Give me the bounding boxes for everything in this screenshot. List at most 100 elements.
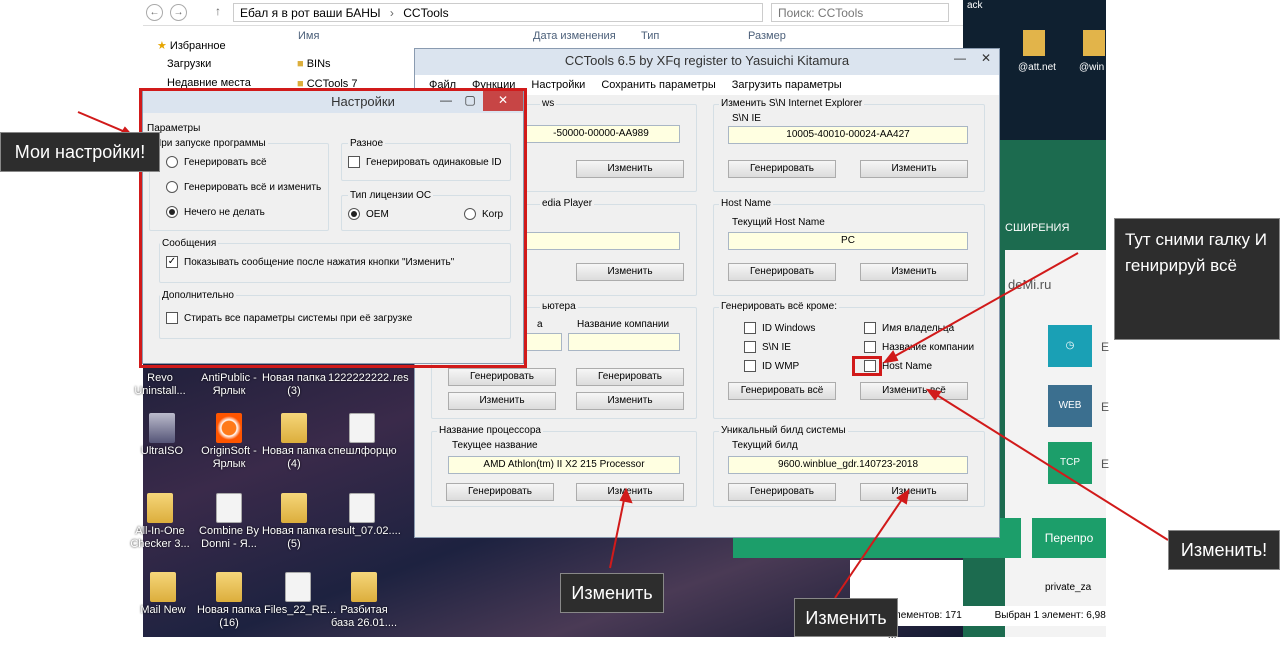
change-button[interactable]: Изменить	[576, 160, 684, 178]
menu-load-params[interactable]: Загрузить параметры	[732, 75, 842, 95]
checkbox-box[interactable]	[864, 341, 876, 353]
arrow-line	[77, 111, 131, 135]
windows-id-field[interactable]: -50000-00000-AA989	[522, 125, 680, 143]
group-ie-serial: Изменить S\N Internet Explorer S\N IE 10…	[713, 98, 985, 192]
company-field[interactable]	[568, 333, 680, 351]
checkbox-box[interactable]	[744, 341, 756, 353]
change-button[interactable]: Изменить	[576, 263, 684, 281]
column-header-date[interactable]: Дата изменения	[533, 30, 616, 42]
column-header-size[interactable]: Размер	[748, 30, 786, 42]
back-icon[interactable]: ←	[146, 4, 163, 21]
checkbox-owner-name[interactable]: Имя владельца	[864, 322, 954, 334]
panel-button[interactable]: Перепро	[1032, 518, 1106, 558]
breadcrumb-item[interactable]: CCTools	[403, 6, 448, 20]
host-name-field[interactable]: PC	[728, 232, 968, 250]
callout-my-settings: Мои настройки!	[0, 132, 160, 172]
group-title: Название процессора	[437, 425, 543, 436]
field-label: Текущее название	[452, 440, 538, 451]
web-tile[interactable]: WEB	[1048, 385, 1092, 427]
panel-banner: СШИРЕНИЯ	[1005, 222, 1070, 234]
desktop-icon[interactable]: AntiPublic - Ярлык	[195, 372, 263, 398]
generate-button[interactable]: Генерировать	[728, 263, 836, 281]
owner-field[interactable]	[522, 333, 562, 351]
generate-button[interactable]: Генерировать	[728, 160, 836, 178]
nav-favorites[interactable]: ★ Избранное	[143, 36, 273, 55]
callout-uncheck: Тут сними галку И генирируй всё	[1114, 218, 1280, 340]
column-header-type[interactable]: Тип	[641, 30, 659, 42]
desktop-icon[interactable]: All-In-One Checker 3...	[126, 493, 194, 551]
desktop-icon[interactable]: Разбитая база 26.01....	[330, 572, 398, 630]
forward-icon[interactable]: →	[170, 4, 187, 21]
group-title: edia Player	[540, 198, 595, 209]
panel-label: ack	[967, 0, 983, 11]
desktop-icon[interactable]: Files_22_RE...	[264, 572, 336, 617]
checkbox-box[interactable]	[744, 322, 756, 334]
change-button[interactable]: Изменить	[860, 160, 968, 178]
folder-icon	[150, 572, 176, 602]
up-icon[interactable]: ↑	[215, 4, 221, 18]
desktop-icon[interactable]: Новая папка (5)	[260, 493, 328, 551]
desktop-icon[interactable]: res	[386, 372, 416, 385]
desktop-icon[interactable]: Combine By Donni - Я...	[195, 493, 263, 551]
desktop-icon-label: @att.net	[1018, 62, 1056, 73]
desktop-icon-label: @win	[1079, 62, 1105, 73]
change-button[interactable]: Изменить	[860, 263, 968, 281]
search-input[interactable]: Поиск: CCTools	[771, 3, 949, 22]
desktop-icon[interactable]: Mail New	[133, 572, 193, 617]
desktop-icon[interactable]: Новая папка (3)	[260, 372, 328, 398]
desktop-icon[interactable]: UltraISO	[128, 413, 196, 458]
tile-caption: E	[1101, 340, 1110, 354]
cpu-name-field[interactable]: AMD Athlon(tm) II X2 215 Processor	[448, 456, 680, 474]
generate-button[interactable]: Генерировать	[576, 368, 684, 386]
checkbox-company-name[interactable]: Название компании	[864, 341, 974, 353]
desktop-icon[interactable]: OriginSoft - Ярлык	[195, 413, 263, 471]
desktop-icon[interactable]: Revo Uninstall...	[126, 372, 194, 398]
menu-settings[interactable]: Настройки	[531, 75, 585, 95]
change-button[interactable]: Изменить	[860, 483, 968, 501]
status-bar: Элементов: 171 Выбран 1 элемент: 6,98 М	[888, 606, 1106, 641]
file-row[interactable]: private_za	[1045, 582, 1091, 593]
field-label: а	[537, 319, 543, 330]
star-icon: ★	[157, 40, 170, 52]
app-icon	[216, 493, 242, 523]
address-field[interactable]: Ебал я в рот ваши БАНЫ › CCTools	[233, 3, 763, 22]
checkbox-box[interactable]	[744, 360, 756, 372]
nav-downloads[interactable]: Загрузки	[143, 55, 273, 74]
close-icon[interactable]: ✕	[973, 49, 999, 69]
build-field[interactable]: 9600.winblue_gdr.140723-2018	[728, 456, 968, 474]
desktop-icon[interactable]: Новая папка (16)	[195, 572, 263, 630]
change-button[interactable]: Изменить	[576, 483, 684, 501]
generate-button[interactable]: Генерировать	[728, 483, 836, 501]
ie-serial-field[interactable]: 10005-40010-00024-AA427	[728, 126, 968, 144]
chevron-right-icon: ›	[389, 6, 394, 20]
tcp-tile[interactable]: TCP	[1048, 442, 1092, 484]
wmp-id-field[interactable]	[522, 232, 680, 250]
folder-icon	[351, 572, 377, 602]
generate-button[interactable]: Генерировать	[446, 483, 554, 501]
checkbox-id-wmp[interactable]: ID WMP	[744, 360, 799, 372]
generate-button[interactable]: Генерировать	[448, 368, 556, 386]
group-title: Host Name	[719, 198, 774, 209]
change-button[interactable]: Изменить	[576, 392, 684, 410]
checkbox-id-windows[interactable]: ID Windows	[744, 322, 815, 334]
cctools-titlebar[interactable]: CCTools 6.5 by XFq register to Yasuichi …	[415, 49, 999, 75]
file-row[interactable]: ■ BINs	[297, 58, 331, 70]
folder-icon	[281, 413, 307, 443]
change-button[interactable]: Изменить	[448, 392, 556, 410]
breadcrumb-item[interactable]: Ебал я в рот ваши БАНЫ	[240, 6, 381, 20]
checkbox-box[interactable]	[864, 322, 876, 334]
generate-all-button[interactable]: Генерировать всё	[728, 382, 836, 400]
change-all-button[interactable]: Изменить всё	[860, 382, 968, 400]
status-count: Элементов: 171	[888, 610, 962, 621]
desktop-icon[interactable]: Новая папка (4)	[260, 413, 328, 471]
group-title: ws	[540, 98, 557, 109]
group-generate-except: Генерировать всё кроме: ID Windows S\N I…	[713, 301, 985, 419]
desktop-icon[interactable]: спешлфорцю	[328, 413, 397, 458]
menu-save-params[interactable]: Сохранить параметры	[601, 75, 715, 95]
column-header-name[interactable]: Имя	[298, 30, 319, 42]
clock-icon[interactable]: ◷	[1048, 325, 1092, 367]
checkbox-sn-ie[interactable]: S\N IE	[744, 341, 791, 353]
minimize-icon[interactable]: —	[947, 49, 973, 69]
group-host-name: Host Name Текущий Host Name PC Генериров…	[713, 198, 985, 296]
desktop-icon[interactable]: result_07.02....	[328, 493, 401, 538]
